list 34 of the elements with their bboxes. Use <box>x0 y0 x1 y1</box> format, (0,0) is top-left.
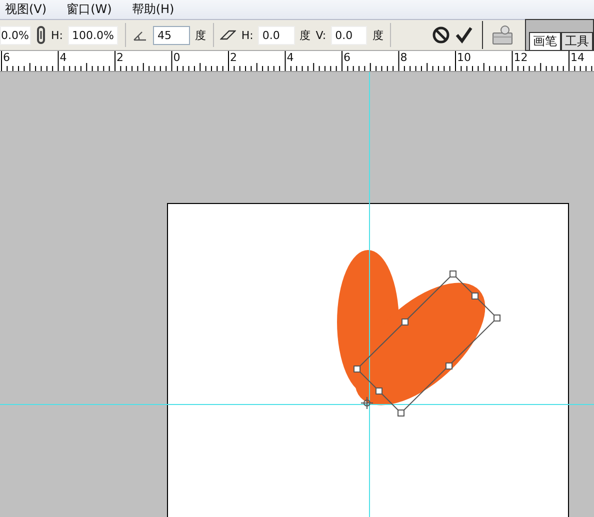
skew-v-field[interactable]: 0.0 <box>331 26 368 44</box>
menu-item[interactable]: 帮助(H) <box>132 1 174 18</box>
height-label: H: <box>51 28 63 42</box>
skew-v-label: V: <box>316 28 326 42</box>
link-icon[interactable] <box>36 26 46 44</box>
ruler-label: 2 <box>116 51 124 64</box>
reference-point-icon[interactable] <box>360 396 374 410</box>
angle-icon <box>132 29 148 41</box>
transform-box[interactable] <box>354 270 500 416</box>
ruler-label: 6 <box>3 51 10 64</box>
checkmark-icon[interactable] <box>454 26 473 44</box>
ruler-label: 10 <box>457 51 471 64</box>
ruler-label: 14 <box>570 51 584 64</box>
menu-item[interactable]: 视图(V) <box>5 1 47 18</box>
degree-label: 度 <box>372 28 384 42</box>
width-field[interactable]: 0.0% <box>0 26 31 44</box>
ruler-label: 0 <box>173 51 180 64</box>
menu-item[interactable]: 窗口(W) <box>66 1 112 18</box>
cancel-icon[interactable] <box>432 26 450 44</box>
ruler-label: 8 <box>400 51 408 64</box>
ruler-label: 12 <box>514 51 528 64</box>
palette-tab[interactable]: 工具 <box>561 32 594 50</box>
height-field[interactable]: 100.0% <box>68 26 118 44</box>
ruler-label: 4 <box>286 51 294 64</box>
ruler-label: 2 <box>230 51 237 64</box>
palette-tab[interactable]: 画笔 <box>529 32 562 50</box>
ruler-label: 4 <box>60 51 67 64</box>
angle-field[interactable]: 45 <box>153 26 190 44</box>
skew-h-label: H: <box>241 28 254 42</box>
degree-label: 度 <box>300 28 311 42</box>
skew-icon <box>220 30 236 40</box>
ruler-label: 6 <box>344 51 350 64</box>
skew-h-field[interactable]: 0.0 <box>258 26 295 44</box>
degree-label: 度 <box>194 28 206 42</box>
